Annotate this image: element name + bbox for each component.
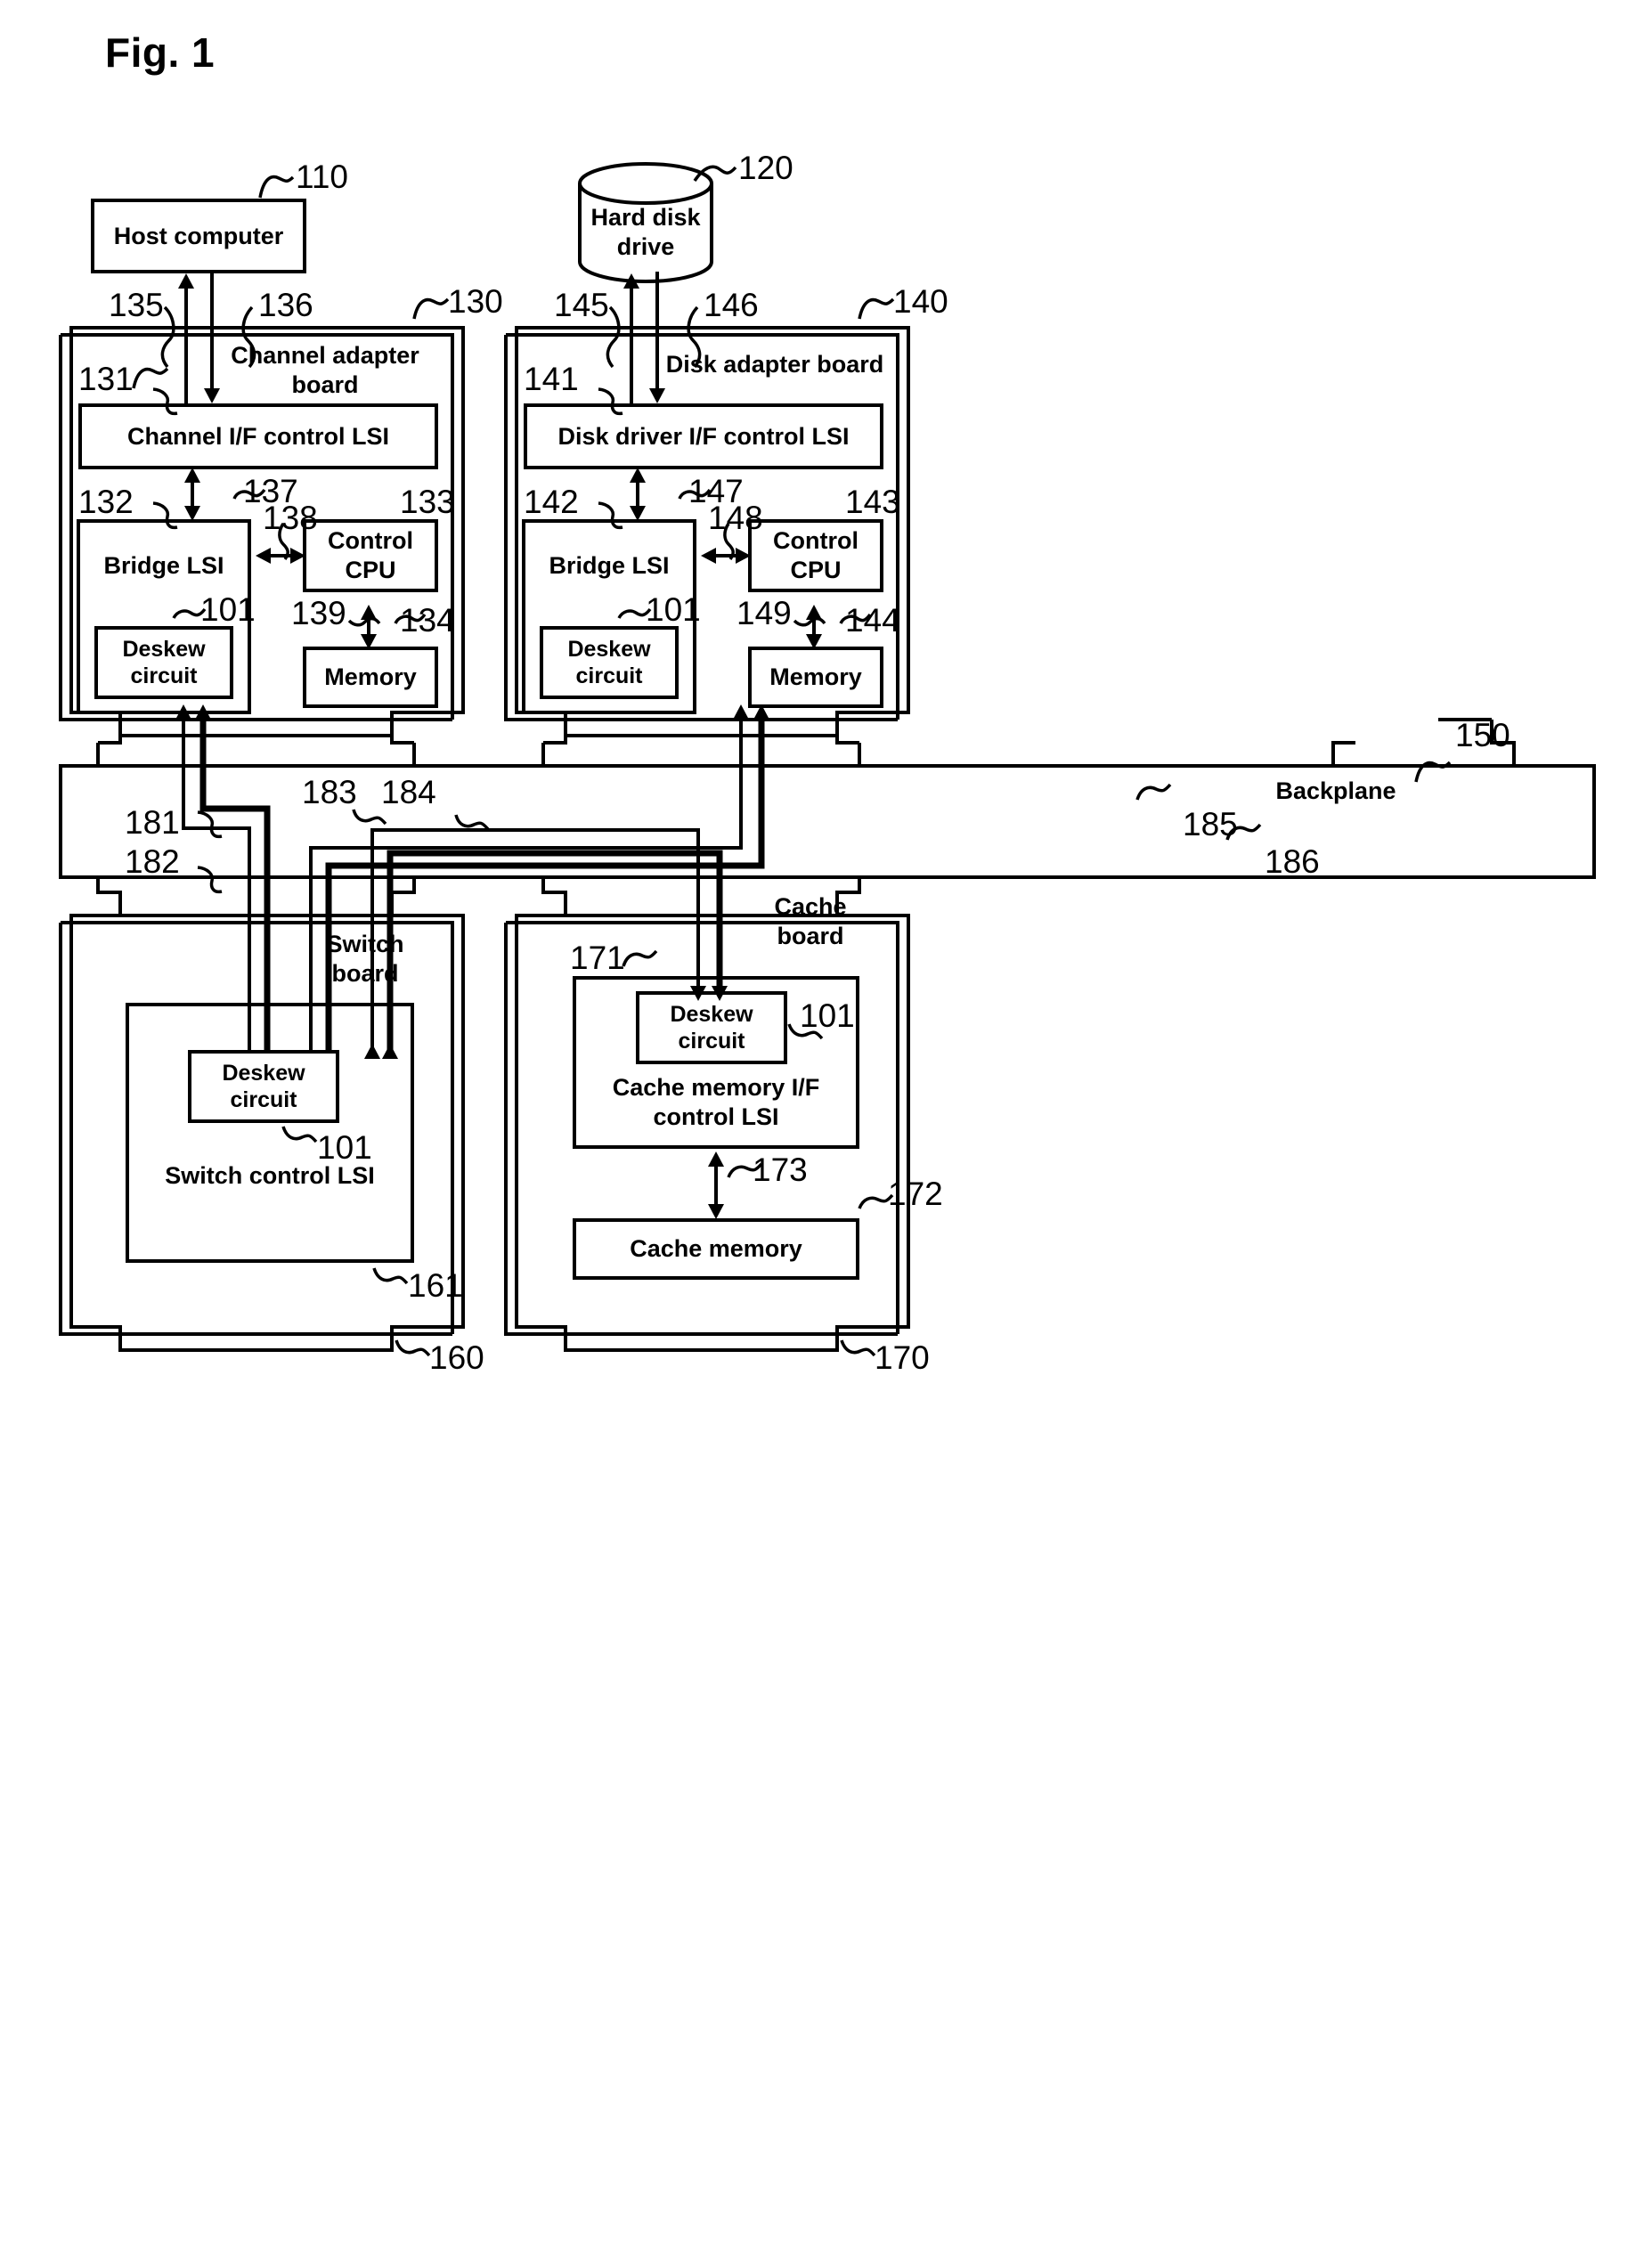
- disk-adapter-board-label: Disk adapter board: [665, 350, 884, 378]
- backplane-label: Backplane: [1275, 777, 1396, 804]
- ref-136: 136: [258, 287, 313, 323]
- ref-133: 133: [400, 484, 455, 520]
- ref-101-bridge-ca: 101: [200, 591, 256, 628]
- ref-146: 146: [704, 287, 759, 323]
- channel-adapter-board-label: Channel adapter board: [231, 342, 419, 398]
- ref-141: 141: [524, 361, 579, 397]
- ref-132: 132: [78, 484, 134, 520]
- ref-140: 140: [893, 283, 948, 320]
- patent-figure-canvas: Fig. 1 Host computer Hard disk drive Cha…: [0, 0, 1652, 2246]
- disk-driver-if-control-lsi-label: Disk driver I/F control LSI: [557, 422, 850, 450]
- ref-110: 110: [296, 159, 348, 195]
- figure-title: Fig. 1: [105, 29, 216, 76]
- ref-101-bridge-da: 101: [646, 591, 701, 628]
- ref-120: 120: [738, 150, 793, 186]
- ref-171: 171: [570, 940, 625, 976]
- ref-131: 131: [78, 361, 134, 397]
- ref-142: 142: [524, 484, 579, 520]
- ref-101-cache: 101: [800, 997, 855, 1034]
- hard-disk-drive-label: Hard disk drive: [590, 204, 701, 260]
- host-computer-box-label: Host computer: [113, 222, 284, 249]
- cache-board-label: Cache board: [774, 893, 847, 949]
- ref-173: 173: [753, 1151, 808, 1188]
- ref-144: 144: [845, 602, 900, 639]
- deskew-circuit-da-label: Deskew circuit: [567, 636, 651, 689]
- channel-if-control-lsi-label: Channel I/F control LSI: [126, 422, 389, 450]
- ref-170: 170: [875, 1339, 930, 1376]
- memory-da-label: Memory: [769, 663, 862, 691]
- cache-memory-label: Cache memory: [630, 1235, 802, 1263]
- ref-139: 139: [291, 595, 346, 631]
- deskew-circuit-switch-label: Deskew circuit: [222, 1060, 305, 1113]
- ref-149: 149: [736, 595, 792, 631]
- deskew-circuit-cache-label: Deskew circuit: [670, 1001, 753, 1054]
- ref-183: 183: [302, 774, 357, 810]
- ref-143: 143: [845, 484, 900, 520]
- ref-148: 148: [708, 500, 763, 536]
- ref-135: 135: [109, 287, 164, 323]
- control-cpu-da-label: Control CPU: [773, 527, 859, 583]
- ref-101-switch: 101: [317, 1129, 372, 1166]
- ref-184: 184: [381, 774, 436, 810]
- deskew-circuit-ca-label: Deskew circuit: [122, 636, 206, 689]
- ref-185: 185: [1183, 806, 1238, 842]
- cache-memory-if-control-lsi-label: Cache memory I/F control LSI: [612, 1074, 820, 1130]
- ref-182: 182: [125, 843, 180, 880]
- ref-160: 160: [429, 1339, 484, 1376]
- control-cpu-ca-label: Control CPU: [328, 527, 413, 583]
- ref-138: 138: [263, 500, 318, 536]
- ref-181: 181: [125, 804, 180, 841]
- ref-134: 134: [400, 602, 455, 639]
- switch-board-label: Switch board: [326, 931, 404, 987]
- ref-130: 130: [448, 283, 503, 320]
- ref-150: 150: [1455, 717, 1510, 753]
- ref-186: 186: [1265, 843, 1320, 880]
- memory-ca-label: Memory: [324, 663, 417, 691]
- ref-172: 172: [888, 1176, 943, 1212]
- ref-145: 145: [554, 287, 609, 323]
- ref-161: 161: [408, 1267, 463, 1304]
